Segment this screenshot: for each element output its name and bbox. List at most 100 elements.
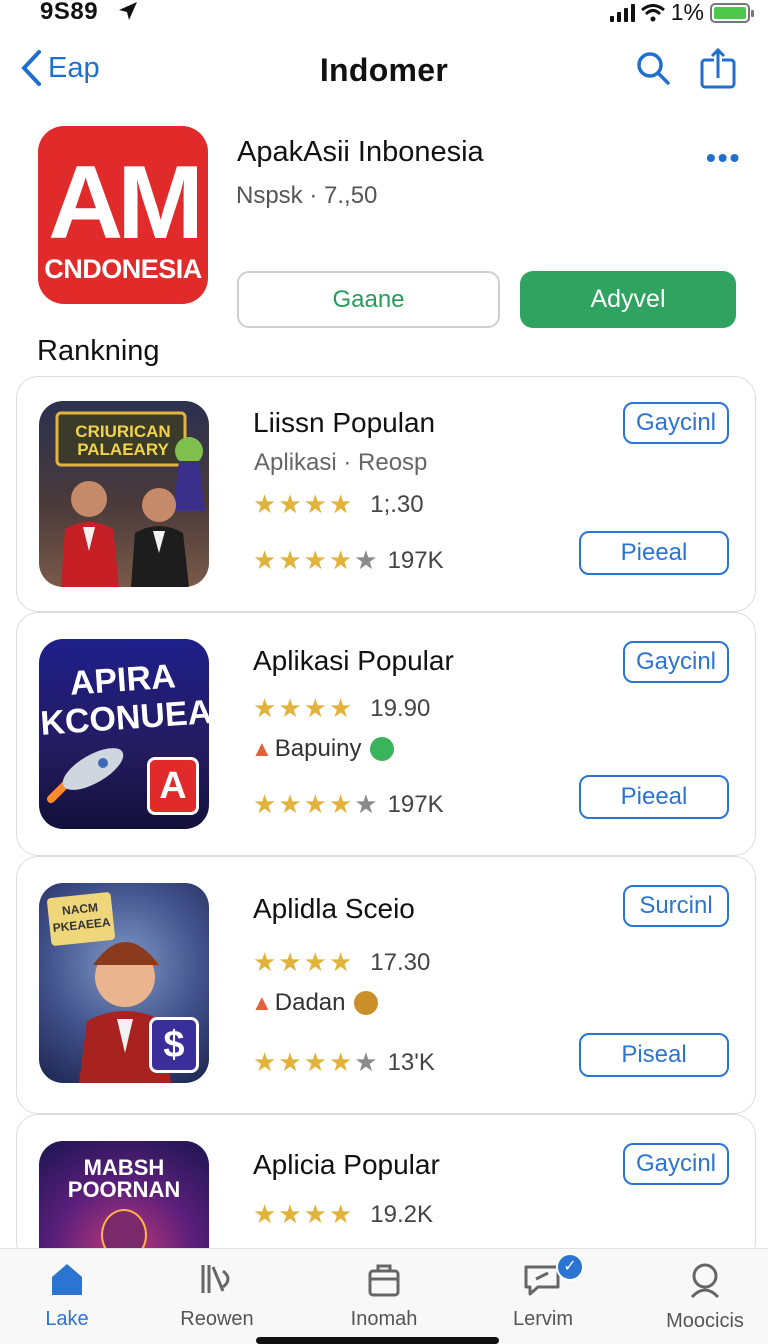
preview-button[interactable]: Piseal	[579, 1033, 729, 1077]
star-icon: ★	[253, 789, 277, 819]
tab-store[interactable]: Inomah	[329, 1261, 439, 1331]
star-icon: ★	[253, 1199, 277, 1229]
app-tag: Bapuiny	[274, 735, 362, 762]
get-button[interactable]: Gaycinl	[623, 641, 729, 683]
navigation-bar: Eap Indomer	[0, 40, 768, 104]
star-empty-icon: ★	[354, 1047, 378, 1077]
app-card-3[interactable]: NACM PKEAEEA $ Aplidla Sceio ★ ★ ★ ★ 17.30 …	[16, 856, 756, 1114]
app-reviews-row: ★ ★ ★ ★ ★ 197K	[253, 545, 444, 576]
app-card-1[interactable]: CRIURICAN PALAEARY Liissn Populan Aplika…	[16, 376, 756, 612]
app-rating-row: ★ ★ ★ ★ 1;.30	[253, 489, 424, 520]
share-icon[interactable]	[699, 48, 739, 90]
status-bar: 9S89 1%	[0, 0, 768, 28]
star-icon: ★	[328, 693, 353, 723]
star-icon: ★	[278, 947, 302, 977]
app-name: Liissn Populan	[253, 407, 436, 438]
bag-icon	[368, 1264, 400, 1297]
app-reviews-row: ★ ★ ★ ★ ★ 197K	[253, 789, 444, 820]
star-icon: ★	[253, 545, 277, 575]
tab-label: Reowen	[180, 1308, 254, 1330]
app-review-count: 197K	[387, 790, 444, 818]
app-rating-value: 19.2K	[370, 1200, 433, 1228]
search-icon	[690, 1263, 720, 1299]
get-button[interactable]: Gaycinl	[623, 402, 729, 444]
star-icon: ★	[328, 789, 353, 819]
star-icon: ★	[328, 545, 353, 575]
status-right: 1%	[609, 0, 754, 26]
app-reviews-row: ★ ★ ★ ★ ★ 13'K	[253, 1047, 435, 1078]
star-icon: ★	[278, 545, 302, 575]
status-time: 9S89	[40, 0, 99, 25]
get-button[interactable]: Surcinl	[623, 885, 729, 927]
home-indicator	[256, 1337, 499, 1344]
star-icon: ★	[253, 693, 277, 723]
search-icon[interactable]	[634, 50, 672, 88]
more-options-icon[interactable]: •••	[706, 142, 741, 174]
star-icon: ★	[278, 693, 302, 723]
tab-books[interactable]: Reowen	[162, 1261, 272, 1331]
flame-icon: ▲	[251, 736, 273, 761]
section-heading: Rankning	[37, 335, 160, 367]
star-icon: ★	[303, 489, 327, 519]
star-icon: ★	[303, 947, 327, 977]
tab-label: Lake	[45, 1308, 89, 1330]
app-name: Aplidla Sceio	[253, 893, 415, 924]
star-icon: ★	[278, 789, 302, 819]
app-card-4[interactable]: MABSH POORNAN Aplicia Popular ★ ★ ★ ★ 19.2K…	[16, 1114, 756, 1281]
app-icon-3-sign: NACM PKEAEEA	[46, 891, 116, 947]
featured-app-title: ApakAsii Inbonesia	[237, 136, 484, 168]
tab-messages[interactable]: ✓ Lervim	[488, 1253, 598, 1331]
star-icon: ★	[328, 1199, 353, 1229]
tab-home[interactable]: Lake	[12, 1261, 122, 1331]
featured-app-subtitle: Nspsk · 7.,50	[236, 182, 378, 209]
app-category: Aplikasi · Reosp	[254, 449, 428, 476]
app-rating-row: ★ ★ ★ ★ 19.2K	[253, 1199, 433, 1230]
star-icon: ★	[253, 1047, 277, 1077]
location-arrow-icon	[119, 2, 137, 20]
chat-bubble-icon	[369, 737, 394, 761]
star-icon: ★	[253, 947, 277, 977]
app-tag-row: ▲ Bapuiny	[251, 735, 394, 763]
app-rating-value: 19.90	[370, 694, 431, 722]
star-icon: ★	[328, 1047, 353, 1077]
app-rating-value: 17.30	[370, 948, 431, 976]
app-icon-4-title-2: POORNAN	[67, 1177, 181, 1202]
star-icon: ★	[303, 693, 327, 723]
app-card-2[interactable]: APIRA KCONUEAI A Aplikasi Popular ★ ★ ★ ★ 1…	[16, 612, 756, 856]
app-rating-row: ★ ★ ★ ★ 19.90	[253, 693, 430, 724]
app-name: Aplicia Popular	[253, 1149, 440, 1180]
app-icon-2: APIRA KCONUEAI A	[39, 639, 209, 829]
secondary-action-button[interactable]: Gaane	[237, 271, 500, 328]
app-tag-row: ▲ Dadan	[251, 989, 378, 1017]
star-icon: ★	[328, 489, 353, 519]
battery-icon	[710, 2, 754, 23]
preview-button[interactable]: Pieeal	[579, 775, 729, 819]
app-icon-3-badge: $	[149, 1017, 199, 1073]
tab-label: Lervim	[512, 1308, 573, 1330]
app-review-count: 13'K	[387, 1048, 435, 1076]
star-empty-icon: ★	[354, 545, 378, 575]
tab-search[interactable]: Moocicis	[650, 1261, 760, 1333]
star-icon: ★	[278, 489, 302, 519]
rocket-icon	[47, 748, 124, 803]
books-icon	[201, 1265, 230, 1293]
app-rating-row: ★ ★ ★ ★ 17.30	[253, 947, 430, 978]
tab-bar: Lake Reowen Inomah ✓ Lervim Moocicis	[0, 1248, 768, 1344]
app-icon-1: CRIURICAN PALAEARY	[39, 401, 209, 587]
app-rating-value: 1;.30	[370, 490, 424, 518]
notification-badge: ✓	[556, 1253, 584, 1281]
app-icon-1-caption: CRIURICAN PALAEARY	[75, 422, 171, 459]
star-icon: ★	[328, 947, 353, 977]
tab-label: Inomah	[350, 1308, 418, 1330]
app-icon-3: NACM PKEAEEA $	[39, 883, 209, 1083]
cellular-signal-icon	[609, 3, 635, 22]
get-button[interactable]: Gaycinl	[623, 1143, 729, 1185]
app-tag: Dadan	[274, 989, 346, 1016]
featured-app-icon[interactable]: AM CNDONESIA	[38, 126, 208, 304]
preview-button[interactable]: Pieeal	[579, 531, 729, 575]
app-icon-2-title-2: KCONUEAI	[39, 692, 209, 743]
primary-action-button[interactable]: Adyvel	[520, 271, 736, 328]
app-icon-2-badge: A	[147, 757, 199, 815]
app-review-count: 197K	[387, 546, 444, 574]
star-empty-icon: ★	[354, 789, 378, 819]
